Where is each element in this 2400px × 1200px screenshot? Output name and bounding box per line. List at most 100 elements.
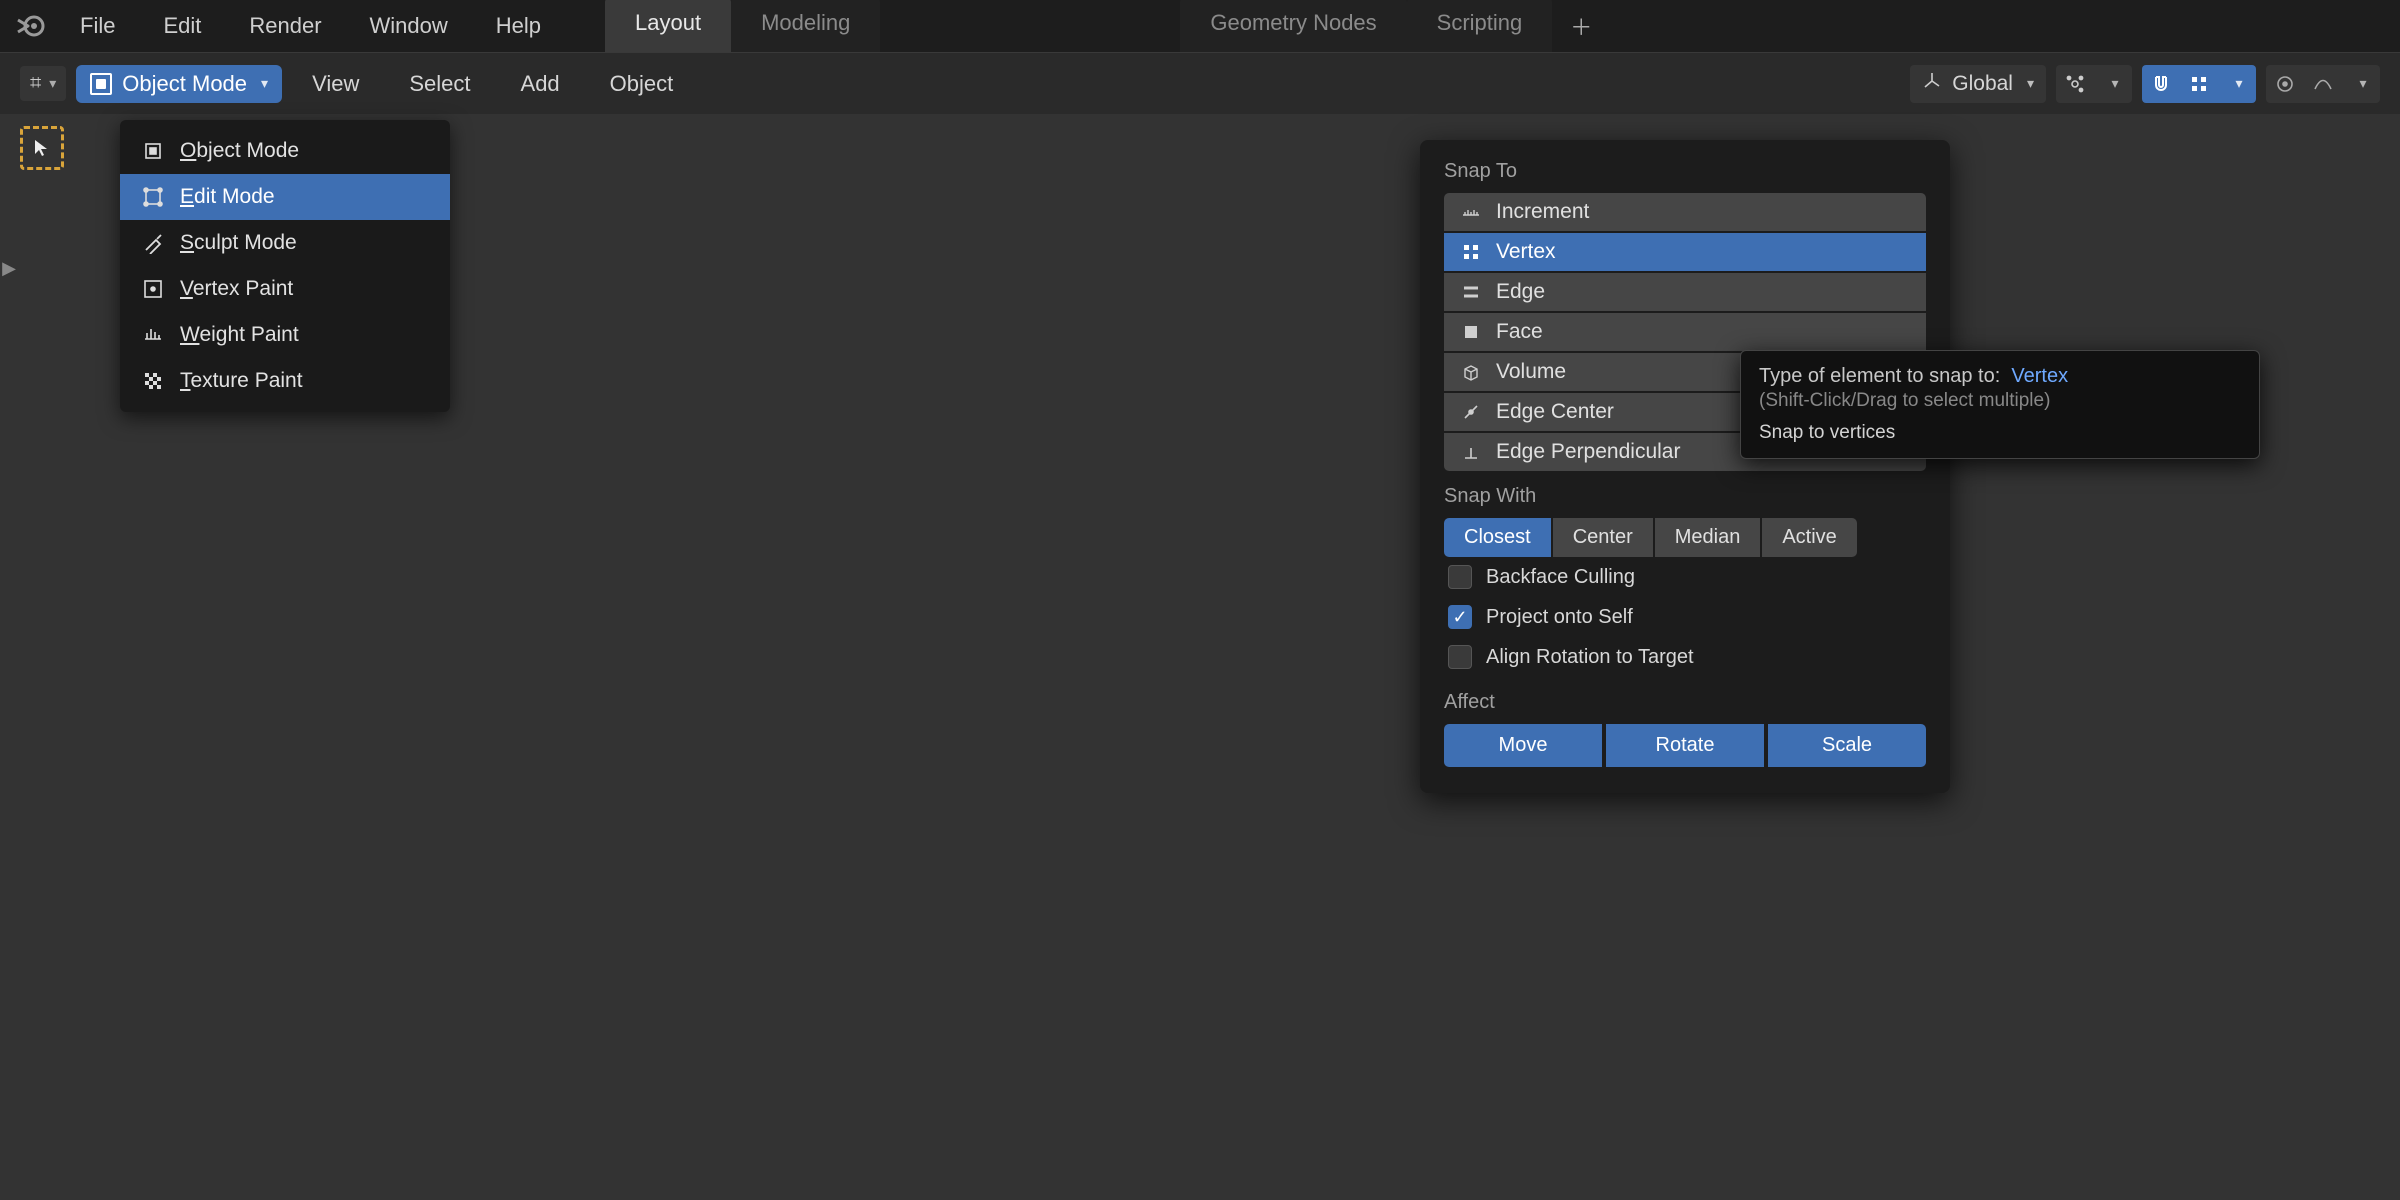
edit-mode-icon xyxy=(140,184,166,210)
snap-tooltip: Type of element to snap to: Vertex (Shif… xyxy=(1740,350,2260,459)
editor-type-button[interactable]: ⌗ ▾ xyxy=(20,66,66,101)
header-menu-select[interactable]: Select xyxy=(389,71,490,97)
mode-item-label: Object Mode xyxy=(180,139,299,163)
header-menu-view[interactable]: View xyxy=(292,71,379,97)
affect-scale[interactable]: Scale xyxy=(1768,724,1926,767)
pivot-button[interactable] xyxy=(2056,65,2094,103)
snap-item-face[interactable]: Face xyxy=(1444,313,1926,351)
edge-perp-icon xyxy=(1460,441,1482,463)
tab-geometry-nodes[interactable]: Geometry Nodes xyxy=(1180,0,1406,54)
orientation-label: Global xyxy=(1952,72,2013,96)
proportional-edit-button[interactable] xyxy=(2266,65,2304,103)
snap-item-vertex[interactable]: Vertex xyxy=(1444,233,1926,271)
mode-dropdown-button[interactable]: Object Mode ▾ xyxy=(76,65,282,103)
checkbox-icon xyxy=(1448,565,1472,589)
viewport-header: ⌗ ▾ Object Mode ▾ View Select Add Object… xyxy=(0,52,2400,114)
menu-file[interactable]: File xyxy=(70,13,139,39)
object-mode-icon xyxy=(90,73,112,95)
mode-item-label: Vertex Paint xyxy=(180,277,293,301)
check-project-onto-self[interactable]: ✓ Project onto Self xyxy=(1444,597,1926,637)
snap-with-center[interactable]: Center xyxy=(1553,518,1653,557)
affect-move[interactable]: Move xyxy=(1444,724,1602,767)
chevron-down-icon: ▾ xyxy=(2359,75,2366,92)
snap-with-active[interactable]: Active xyxy=(1762,518,1856,557)
checkbox-icon: ✓ xyxy=(1448,605,1472,629)
snap-item-label: Increment xyxy=(1496,200,1589,224)
snap-item-increment[interactable]: Increment xyxy=(1444,193,1926,231)
toolbar-expand-icon[interactable]: ▶ xyxy=(0,250,18,286)
mode-item-texture-paint[interactable]: Texture Paint xyxy=(120,358,450,404)
sculpt-mode-icon xyxy=(140,230,166,256)
snap-item-label: Edge Center xyxy=(1496,400,1614,424)
check-align-rotation-to-target[interactable]: Align Rotation to Target xyxy=(1444,637,1926,677)
workspace-tabs: Layout Modeling Geometry Nodes Scripting… xyxy=(605,0,1610,54)
affect-label: Affect xyxy=(1444,691,1926,714)
snap-to-label: Snap To xyxy=(1444,160,1926,183)
chevron-down-icon: ▾ xyxy=(49,75,56,92)
chevron-down-icon: ▾ xyxy=(261,75,268,92)
snap-toggle-button[interactable] xyxy=(2142,65,2180,103)
add-workspace-button[interactable]: ＋ xyxy=(1552,0,1610,54)
mode-dropdown-label: Object Mode xyxy=(122,71,247,97)
orientation-button[interactable]: Global ▾ xyxy=(1910,65,2046,103)
tooltip-value: Vertex xyxy=(2011,365,2068,387)
edge-center-icon xyxy=(1460,401,1482,423)
mode-item-vertex-paint[interactable]: Vertex Paint xyxy=(120,266,450,312)
header-menu-object[interactable]: Object xyxy=(590,71,694,97)
orientation-icon xyxy=(1922,71,1942,97)
snap-with-closest[interactable]: Closest xyxy=(1444,518,1551,557)
mode-item-object-mode[interactable]: Object Mode xyxy=(120,128,450,174)
check-label: Project onto Self xyxy=(1486,606,1633,629)
snap-popover: Snap To Increment Vertex Edge Face Volume Edg… xyxy=(1420,140,1950,793)
affect-group: MoveRotateScale xyxy=(1444,724,1926,767)
snap-item-label: Vertex xyxy=(1496,240,1556,264)
select-tool-button[interactable] xyxy=(20,126,64,170)
snap-dropdown-button[interactable]: ▾ xyxy=(2218,65,2256,103)
proportional-falloff-button[interactable] xyxy=(2304,65,2342,103)
snap-with-label: Snap With xyxy=(1444,485,1926,508)
menu-window[interactable]: Window xyxy=(346,13,472,39)
tab-modeling[interactable]: Modeling xyxy=(731,0,880,54)
tab-scripting[interactable]: Scripting xyxy=(1407,0,1553,54)
check-backface-culling[interactable]: Backface Culling xyxy=(1444,557,1926,597)
editor-type-icon: ⌗ xyxy=(30,72,41,95)
proportional-dropdown-button[interactable]: ▾ xyxy=(2342,65,2380,103)
texture-paint-icon xyxy=(140,368,166,394)
snap-item-label: Volume xyxy=(1496,360,1566,384)
checkbox-icon xyxy=(1448,645,1472,669)
snap-mode-button[interactable] xyxy=(2180,65,2218,103)
chevron-down-icon: ▾ xyxy=(2111,75,2118,92)
mode-item-edit-mode[interactable]: Edit Mode xyxy=(120,174,450,220)
mode-item-label: Weight Paint xyxy=(180,323,299,347)
volume-icon xyxy=(1460,361,1482,383)
header-menu-add[interactable]: Add xyxy=(501,71,580,97)
vertex-paint-icon xyxy=(140,276,166,302)
mode-dropdown-list: Object Mode Edit Mode Sculpt Mode Vertex Pa… xyxy=(120,120,450,412)
vertex-icon xyxy=(1460,241,1482,263)
pivot-dropdown-button[interactable]: ▾ xyxy=(2094,65,2132,103)
tooltip-prefix: Type of element to snap to: xyxy=(1759,365,2000,387)
check-label: Align Rotation to Target xyxy=(1486,646,1694,669)
menu-render[interactable]: Render xyxy=(225,13,345,39)
snap-item-label: Edge xyxy=(1496,280,1545,304)
menu-edit[interactable]: Edit xyxy=(139,13,225,39)
tooltip-hint: (Shift-Click/Drag to select multiple) xyxy=(1759,390,2241,412)
mode-item-weight-paint[interactable]: Weight Paint xyxy=(120,312,450,358)
mode-item-label: Edit Mode xyxy=(180,185,275,209)
top-menu-bar: File Edit Render Window Help Layout Mode… xyxy=(0,0,2400,52)
weight-paint-icon xyxy=(140,322,166,348)
snap-item-label: Edge Perpendicular xyxy=(1496,440,1680,464)
snap-with-median[interactable]: Median xyxy=(1655,518,1761,557)
blender-logo-icon xyxy=(10,11,50,41)
face-icon xyxy=(1460,321,1482,343)
snap-item-edge[interactable]: Edge xyxy=(1444,273,1926,311)
snap-with-group: ClosestCenterMedianActive xyxy=(1444,518,1926,557)
object-mode-icon xyxy=(140,138,166,164)
tab-layout[interactable]: Layout xyxy=(605,0,731,54)
affect-rotate[interactable]: Rotate xyxy=(1606,724,1764,767)
menu-help[interactable]: Help xyxy=(472,13,565,39)
mode-item-label: Sculpt Mode xyxy=(180,231,297,255)
check-label: Backface Culling xyxy=(1486,566,1635,589)
mode-item-label: Texture Paint xyxy=(180,369,303,393)
mode-item-sculpt-mode[interactable]: Sculpt Mode xyxy=(120,220,450,266)
